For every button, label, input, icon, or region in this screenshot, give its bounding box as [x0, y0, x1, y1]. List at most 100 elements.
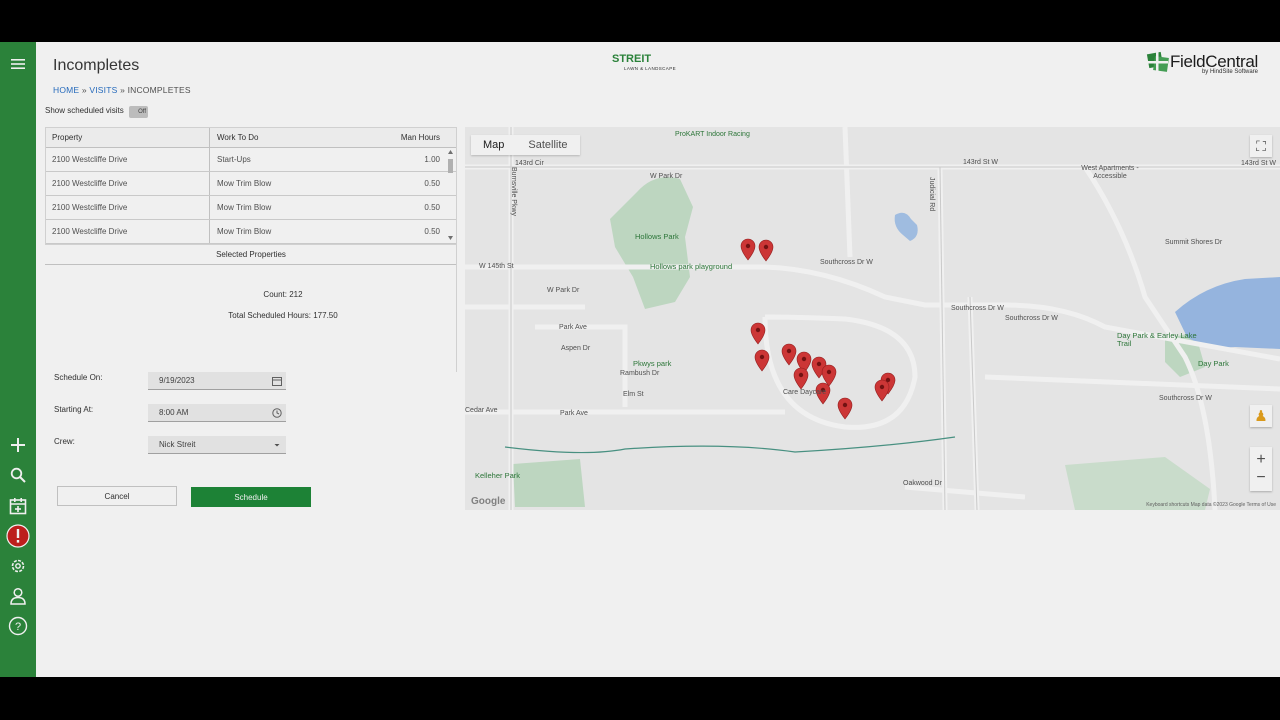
map-pin-icon[interactable] — [781, 343, 797, 366]
left-nav-rail: ? — [0, 42, 36, 677]
map-label: W 145th St — [479, 263, 514, 270]
main-panel: Incompletes HOME » VISITS » INCOMPLETES … — [36, 42, 1280, 677]
column-header-property[interactable]: Property — [46, 128, 210, 147]
gear-icon[interactable] — [6, 554, 30, 578]
schedule-on-label: Schedule On: — [54, 373, 103, 382]
map-pin-icon[interactable] — [740, 238, 756, 261]
map-label: 143rd St W — [1241, 160, 1277, 167]
map-pin-icon[interactable] — [750, 322, 766, 345]
creek-line — [504, 436, 956, 454]
chevron-down-icon — [274, 444, 280, 447]
cell-property: 2100 Westcliffe Drive — [46, 148, 210, 171]
plus-icon[interactable] — [6, 433, 30, 457]
starting-at-field[interactable]: 8:00 AM — [148, 404, 286, 422]
map-label: Hollows park playground — [650, 262, 733, 271]
count-label: Count: 212 — [263, 290, 303, 299]
table-row[interactable]: 2100 Westcliffe Drive Mow Trim Blow 0.50 — [46, 220, 456, 244]
map-label: 143rd Cir — [515, 160, 544, 167]
cell-hours: 0.50 — [424, 227, 440, 236]
scheduled-visits-toggle[interactable]: Off — [129, 106, 148, 118]
map-pin-icon[interactable] — [837, 397, 853, 420]
zoom-in-icon[interactable]: + — [1256, 451, 1265, 469]
map-label: Burnsville Pkwy — [510, 167, 517, 217]
map-label: West Apartments - Accessible — [1081, 165, 1139, 180]
clock-icon[interactable] — [272, 408, 282, 418]
map-pin-icon[interactable] — [758, 239, 774, 262]
breadcrumb-sep: » — [120, 85, 125, 95]
fieldcentral-tagline: by HindSite Software — [1201, 69, 1258, 75]
cancel-button[interactable]: Cancel — [57, 486, 177, 506]
map-label: Oakwood Dr — [903, 480, 942, 487]
map-label: Day Park — [1198, 359, 1229, 368]
map-label: Park Ave — [559, 324, 587, 331]
schedule-on-field[interactable]: 9/19/2023 — [148, 372, 286, 390]
column-header-hours[interactable]: Man Hours — [370, 133, 446, 142]
crew-label: Crew: — [54, 437, 75, 446]
map-pin-dot — [842, 402, 848, 408]
user-icon[interactable] — [6, 584, 30, 608]
crew-select[interactable]: Nick Streit — [148, 436, 286, 454]
cell-hours: 0.50 — [424, 203, 440, 212]
page-title: Incompletes — [53, 57, 140, 74]
map-pin-icon[interactable] — [754, 349, 770, 372]
map-label: Care Daycare — [783, 389, 827, 396]
scheduled-visits-label: Show scheduled visits — [45, 106, 124, 115]
map-label: Pkwys park — [633, 359, 672, 368]
fieldcentral-logo-icon — [1146, 51, 1169, 73]
cell-work: Mow Trim Blow — [217, 227, 272, 236]
schedule-on-value: 9/19/2023 — [159, 376, 195, 385]
pond-water — [894, 212, 918, 241]
map-label: 143rd St W — [963, 159, 999, 166]
table-row[interactable]: 2100 Westcliffe Drive Start-Ups 1.00 — [46, 148, 456, 172]
calendar-icon[interactable] — [6, 494, 30, 518]
breadcrumb-sep: » — [81, 85, 87, 95]
selected-properties-title: Selected Properties — [216, 250, 286, 259]
map-pin-dot — [786, 348, 792, 354]
fullscreen-icon[interactable]: ⛶ — [1250, 135, 1272, 157]
column-header-work[interactable]: Work To Do — [210, 128, 370, 147]
alert-icon[interactable] — [6, 524, 30, 548]
zoom-out-icon[interactable]: − — [1256, 469, 1265, 487]
street-view-pegman-icon[interactable]: ♟ — [1250, 405, 1272, 427]
breadcrumb-visits[interactable]: VISITS — [89, 85, 117, 95]
tab-satellite[interactable]: Satellite — [516, 135, 579, 155]
map-footer[interactable]: Keyboard shortcuts Map data ©2023 Google… — [1146, 502, 1276, 508]
map-pin-dot — [879, 384, 885, 390]
map-label: Summit Shores Dr — [1165, 239, 1223, 246]
map-pin-icon[interactable] — [793, 367, 809, 390]
map-pin-dot — [816, 361, 822, 367]
schedule-button[interactable]: Schedule — [191, 487, 311, 507]
cell-hours: 0.50 — [424, 179, 440, 188]
table-row[interactable]: 2100 Westcliffe Drive Mow Trim Blow 0.50 — [46, 196, 456, 220]
map-pin-icon[interactable] — [874, 379, 890, 402]
hamburger-icon[interactable] — [6, 52, 30, 76]
map-pin-dot — [759, 354, 765, 360]
cell-hours: 1.00 — [424, 155, 440, 164]
map-label: Rambush Dr — [620, 370, 660, 377]
tab-map[interactable]: Map — [471, 135, 516, 155]
cell-work: Mow Trim Blow — [217, 203, 272, 212]
breadcrumb-home[interactable]: HOME — [53, 85, 79, 95]
cell-work: Mow Trim Blow — [217, 179, 272, 188]
map-pin-dot — [798, 372, 804, 378]
calendar-picker-icon[interactable] — [272, 376, 282, 386]
map-canvas — [465, 127, 1280, 510]
kelleher-park-area — [513, 459, 585, 507]
map-label: Southcross Dr W — [951, 305, 1004, 312]
hollows-park-area — [610, 177, 693, 309]
cell-work: Start-Ups — [217, 155, 251, 164]
map-view[interactable]: Map Satellite ⛶ ♟ + − ProKART Indoor Rac… — [465, 127, 1280, 510]
svg-text:?: ? — [15, 621, 21, 633]
app-window: ? Incompletes HOME » VISITS » INCOMPLETE… — [0, 42, 1280, 677]
map-label: W Park Dr — [650, 173, 683, 180]
section-divider — [45, 264, 457, 265]
map-label: W Park Dr — [547, 287, 580, 294]
table-row[interactable]: 2100 Westcliffe Drive Mow Trim Blow 0.50 — [46, 172, 456, 196]
table-scrollbar[interactable] — [446, 148, 455, 244]
map-label: Southcross Dr W — [1005, 315, 1058, 322]
help-icon[interactable]: ? — [6, 614, 30, 638]
map-label: Kelleher Park — [475, 471, 521, 480]
map-type-tabs: Map Satellite — [471, 135, 580, 155]
search-icon[interactable] — [6, 463, 30, 487]
map-label: Hollows Park — [635, 232, 679, 241]
